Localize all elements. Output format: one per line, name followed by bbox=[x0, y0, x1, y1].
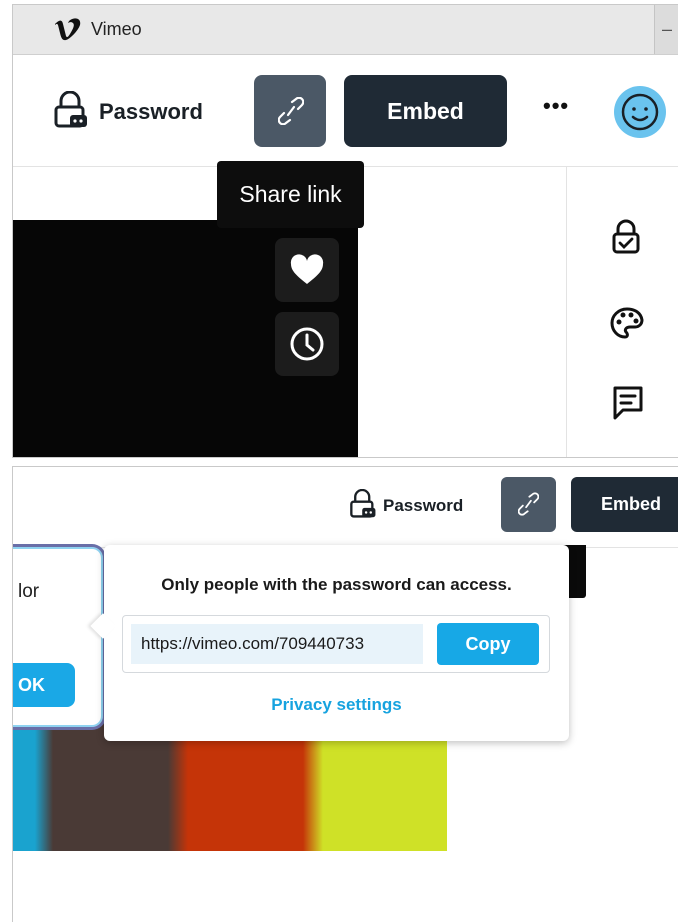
embed-button[interactable]: Embed bbox=[344, 75, 507, 147]
copy-button[interactable]: Copy bbox=[437, 623, 539, 665]
top-screenshot-panel: Vimeo – Password Embed ••• Share link bbox=[12, 4, 678, 458]
privacy-settings-link[interactable]: Privacy settings bbox=[104, 695, 569, 715]
share-link-popover: Only people with the password can access… bbox=[90, 545, 569, 741]
more-options-button[interactable]: ••• bbox=[543, 93, 569, 119]
palette-icon[interactable] bbox=[610, 307, 644, 339]
window-control-button[interactable]: – bbox=[654, 5, 678, 54]
color-dialog-text: lor bbox=[18, 581, 40, 602]
clock-icon bbox=[290, 327, 324, 361]
heart-icon bbox=[290, 254, 324, 284]
window-title: Vimeo bbox=[91, 19, 142, 39]
vimeo-logo-icon bbox=[55, 18, 81, 41]
video-player[interactable] bbox=[13, 220, 358, 457]
bottom-screenshot-panel: Password Embed lor OK Only people with t… bbox=[12, 466, 678, 922]
user-avatar-icon[interactable] bbox=[613, 85, 667, 139]
link-icon bbox=[278, 97, 304, 125]
video-header-bar-compact: Password Embed bbox=[13, 467, 678, 548]
password-button[interactable]: Password bbox=[53, 91, 223, 131]
password-lock-icon bbox=[350, 489, 376, 518]
popover-heading: Only people with the password can access… bbox=[161, 575, 512, 594]
link-icon bbox=[518, 492, 539, 516]
share-link-button[interactable] bbox=[254, 75, 326, 147]
video-header-bar: Password Embed ••• bbox=[13, 55, 678, 167]
window-titlebar: Vimeo – bbox=[13, 5, 678, 55]
embed-button[interactable]: Embed bbox=[571, 477, 678, 532]
color-dialog: lor OK bbox=[13, 544, 106, 730]
password-label: Password bbox=[383, 496, 464, 515]
like-button[interactable] bbox=[275, 238, 339, 302]
comment-icon[interactable] bbox=[612, 385, 644, 421]
share-link-tooltip: Share link bbox=[217, 161, 364, 228]
share-url-box: Copy bbox=[122, 615, 550, 673]
password-label: Password bbox=[99, 99, 203, 124]
password-lock-icon bbox=[54, 91, 87, 128]
share-link-button[interactable] bbox=[501, 477, 556, 532]
share-url-input[interactable] bbox=[131, 624, 423, 664]
privacy-lock-icon[interactable] bbox=[611, 219, 641, 255]
password-button[interactable]: Password bbox=[349, 489, 477, 519]
watch-later-button[interactable] bbox=[275, 312, 339, 376]
ok-button[interactable]: OK bbox=[13, 663, 75, 707]
settings-right-rail bbox=[566, 167, 678, 457]
